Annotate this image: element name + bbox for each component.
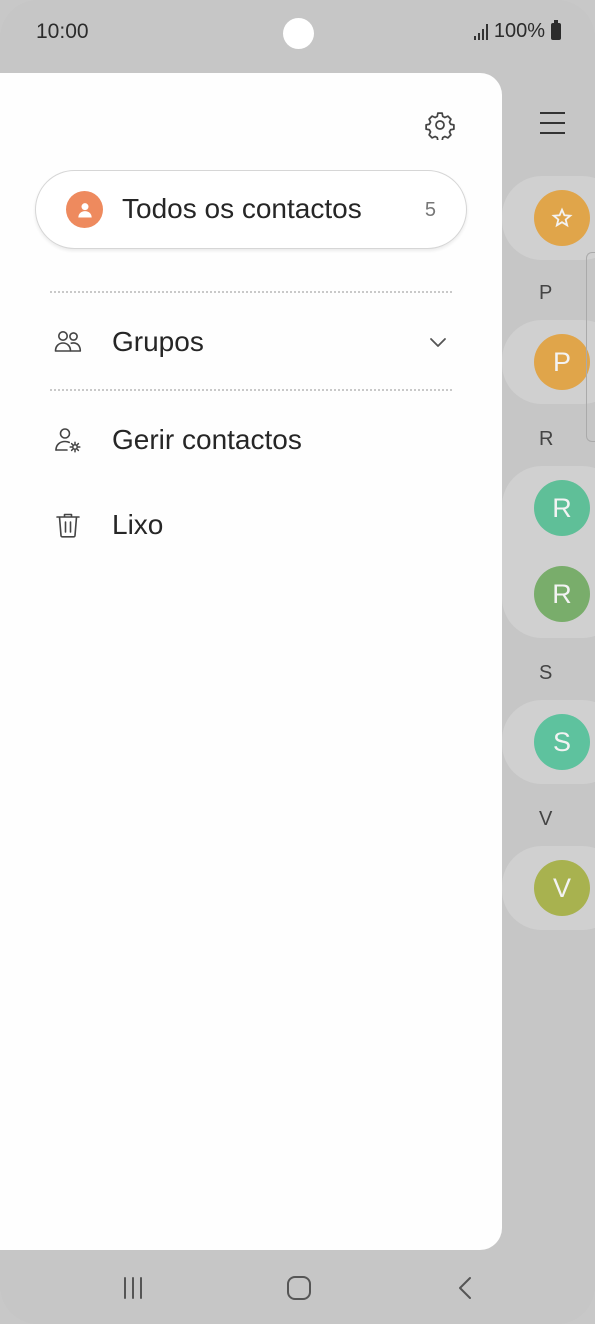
status-bar: 10:00 100% bbox=[0, 0, 595, 66]
manage-contacts-icon bbox=[50, 422, 86, 458]
favorites-card bbox=[502, 176, 595, 260]
signal-icon bbox=[473, 23, 488, 40]
menu-icon[interactable] bbox=[540, 112, 565, 142]
menu-item-label: Lixo bbox=[112, 509, 164, 540]
contact-card: P bbox=[502, 320, 595, 404]
trash-icon bbox=[50, 507, 86, 543]
divider bbox=[50, 389, 452, 391]
phone-screen: 10:00 100% P P R R R S S V V Todos os co… bbox=[0, 0, 595, 1324]
all-contacts-count: 5 bbox=[424, 199, 436, 221]
contact-avatar: P bbox=[534, 334, 590, 390]
contact-card: R R bbox=[502, 466, 595, 638]
contact-avatar: S bbox=[534, 714, 590, 770]
system-navigation-bar bbox=[0, 1250, 595, 1324]
all-contacts-button[interactable]: Todos os contactos 5 bbox=[35, 170, 467, 249]
section-letter-p: P bbox=[539, 282, 553, 304]
contact-card: V bbox=[502, 846, 595, 930]
home-button[interactable] bbox=[279, 1268, 319, 1308]
recents-icon bbox=[124, 1277, 142, 1299]
divider bbox=[50, 291, 452, 293]
favorites-star-icon bbox=[534, 190, 590, 246]
back-icon bbox=[459, 1277, 471, 1299]
contact-avatar: R bbox=[534, 566, 590, 622]
contact-avatar: R bbox=[534, 480, 590, 536]
gear-icon bbox=[425, 112, 455, 140]
settings-button[interactable] bbox=[422, 107, 458, 143]
back-button[interactable] bbox=[446, 1268, 486, 1308]
all-contacts-label: Todos os contactos bbox=[122, 193, 362, 224]
recents-button[interactable] bbox=[113, 1268, 153, 1308]
contact-avatar: V bbox=[534, 860, 590, 916]
battery-icon bbox=[551, 20, 561, 40]
menu-item-manage-contacts[interactable]: Gerir contactos bbox=[50, 410, 452, 470]
menu-item-label: Gerir contactos bbox=[112, 424, 302, 455]
home-icon bbox=[287, 1276, 311, 1300]
section-letter-s: S bbox=[539, 662, 553, 684]
contact-card: S bbox=[502, 700, 595, 784]
groups-icon bbox=[50, 324, 86, 360]
person-icon bbox=[66, 191, 103, 228]
chevron-down-icon[interactable] bbox=[424, 328, 452, 356]
menu-item-trash[interactable]: Lixo bbox=[50, 495, 452, 555]
section-letter-v: V bbox=[539, 808, 553, 830]
navigation-drawer: Todos os contactos 5 Grupos Gerir contac… bbox=[0, 73, 502, 1250]
battery-level: 100% bbox=[493, 20, 545, 42]
menu-item-groups[interactable]: Grupos bbox=[50, 312, 452, 372]
status-time: 10:00 bbox=[36, 20, 89, 43]
scroll-indicator bbox=[586, 252, 595, 442]
menu-item-label: Grupos bbox=[112, 326, 204, 357]
contacts-list-background: P P R R R S S V V bbox=[500, 74, 595, 1250]
front-camera bbox=[283, 18, 314, 49]
section-letter-r: R bbox=[539, 428, 554, 450]
status-indicators: 100% bbox=[473, 20, 561, 43]
